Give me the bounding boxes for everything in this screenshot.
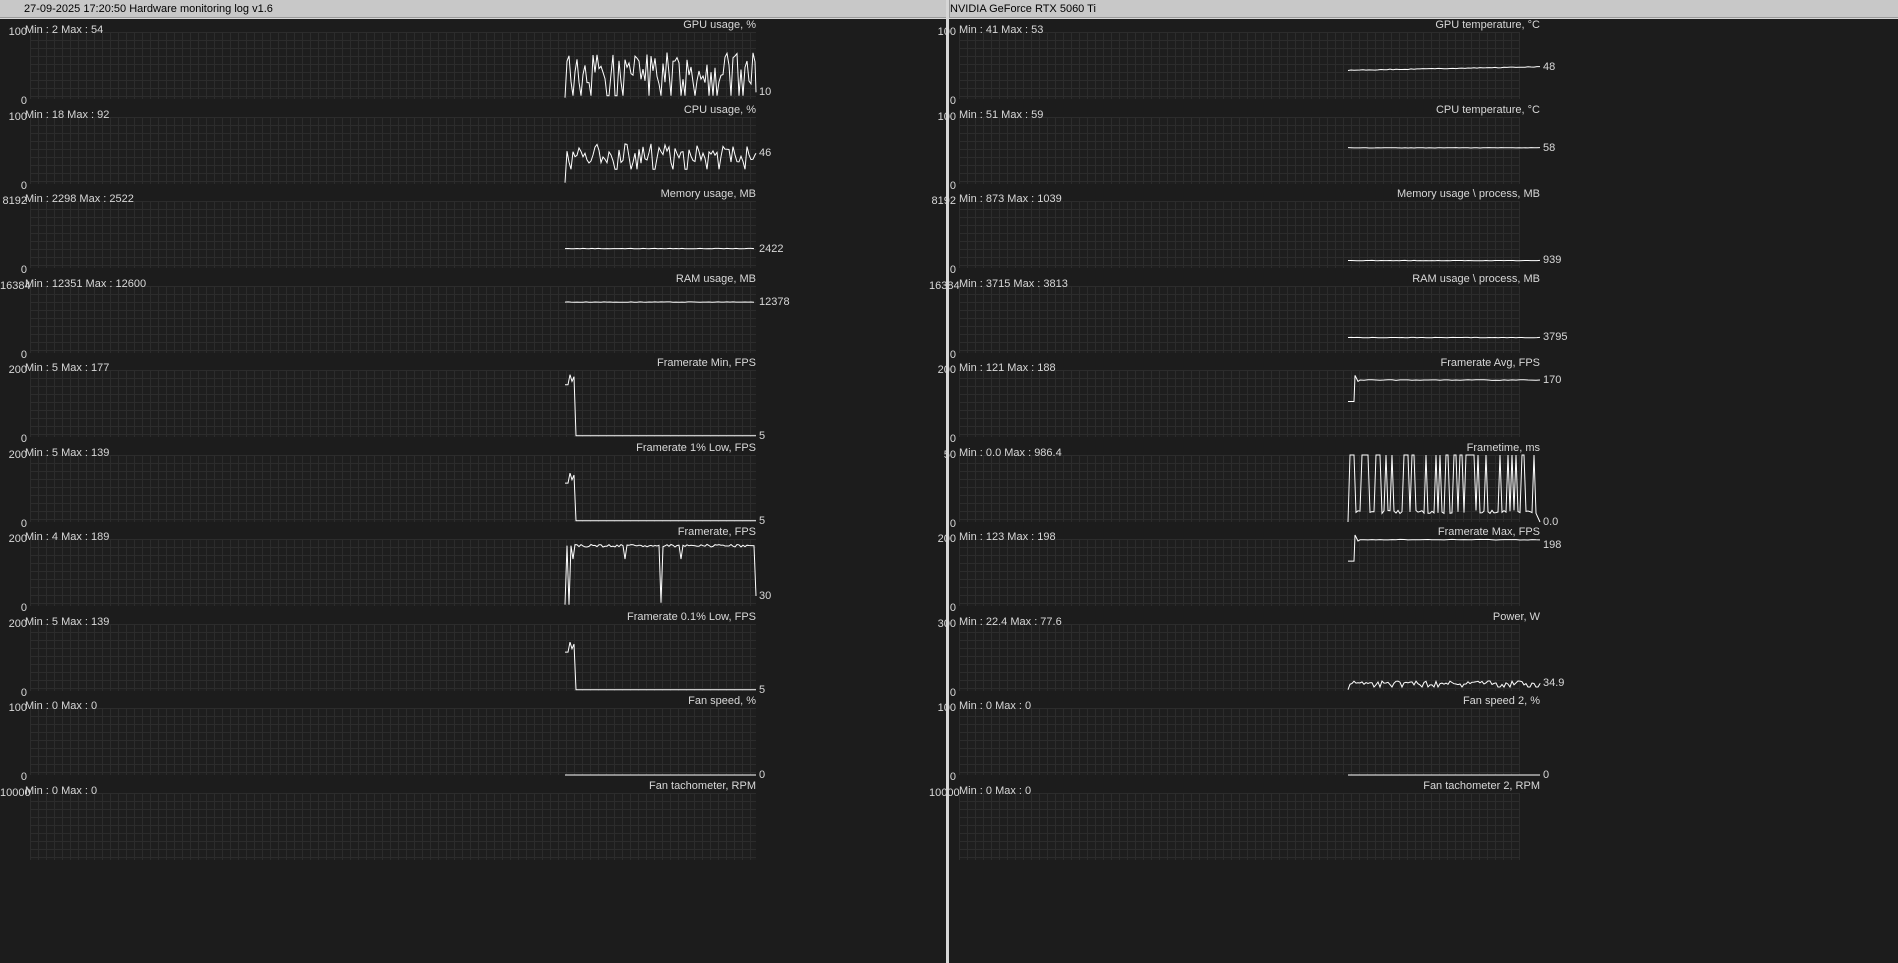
- log-title: 27-09-2025 17:20:50 Hardware monitoring …: [24, 3, 273, 15]
- trace-line: [565, 472, 756, 522]
- current-value: 198: [1543, 539, 1562, 551]
- trace-line: [1348, 375, 1541, 402]
- current-value: 2422: [759, 242, 784, 255]
- plot-area: [30, 793, 756, 860]
- left-title-bar: 27-09-2025 17:20:50 Hardware monitoring …: [0, 0, 946, 18]
- trace-line: [1347, 454, 1541, 523]
- right-title-bar: NVIDIA GeForce RTX 5060 Ti: [949, 0, 1898, 18]
- current-value: 34.9: [1543, 677, 1565, 690]
- current-value: 5: [759, 429, 766, 442]
- trace-line: [1347, 679, 1541, 690]
- min-max-label: Min : 0 Max : 0: [25, 785, 98, 797]
- right-graph-panel[interactable]: Min : 41 Max : 53 GPU temperature, °C 100 0…: [929, 19, 1898, 963]
- y-max-label: 10000: [0, 787, 31, 799]
- trace-line: [564, 142, 757, 183]
- trace-line: [564, 543, 757, 605]
- left-graph-panel[interactable]: Min : 2 Max : 54 GPU usage, % 100 0 10 Min : …: [0, 19, 946, 963]
- current-value: 10: [759, 86, 772, 99]
- graph-fan-tachometer[interactable]: Min : 0 Max : 0 Fan tachometer, RPM 10000: [0, 780, 946, 882]
- plot-area: [959, 793, 1520, 860]
- trace-line: [564, 51, 757, 98]
- trace-line: [1348, 534, 1541, 562]
- current-value: 12378: [759, 296, 790, 309]
- current-value: 5: [759, 683, 766, 696]
- current-value: 3795: [1543, 331, 1568, 344]
- current-value: 170: [1543, 373, 1562, 386]
- graph-title: Fan tachometer, RPM: [649, 780, 756, 792]
- min-max-label: Min : 0 Max : 0: [959, 785, 1032, 797]
- current-value: 46: [759, 147, 772, 160]
- current-value: 30: [759, 589, 772, 602]
- current-value: 58: [1543, 141, 1556, 154]
- current-value: 5: [759, 514, 766, 527]
- graph-title: Fan tachometer 2, RPM: [1423, 780, 1540, 792]
- graph-fan-tachometer-2[interactable]: Min : 0 Max : 0 Fan tachometer 2, RPM 1000…: [929, 780, 1898, 882]
- trace-line: [565, 374, 756, 437]
- trace-line: [1347, 66, 1540, 71]
- y-max-label: 10000: [929, 787, 960, 799]
- trace-line: [565, 641, 756, 691]
- current-value: 939: [1543, 254, 1562, 267]
- gpu-name: NVIDIA GeForce RTX 5060 Ti: [950, 3, 1096, 15]
- current-value: 48: [1543, 60, 1556, 73]
